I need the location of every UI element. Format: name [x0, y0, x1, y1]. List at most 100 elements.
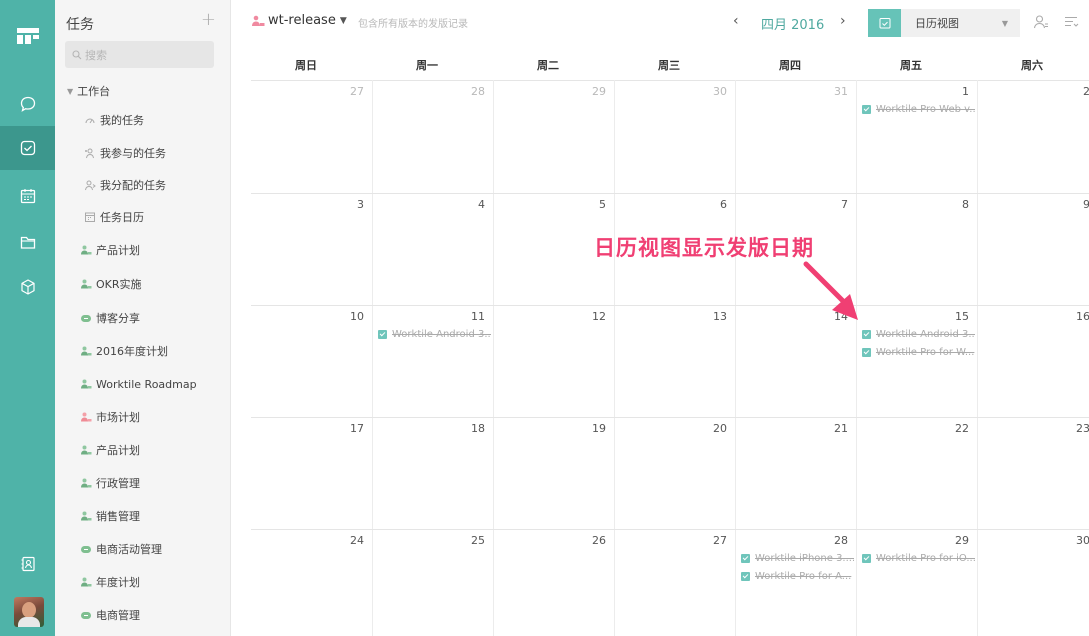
done-checkbox-icon[interactable]: [862, 104, 871, 114]
sidebar-item[interactable]: 我参与的任务: [83, 145, 166, 161]
day-cell[interactable]: 10: [251, 305, 372, 417]
member-filter-button[interactable]: [1033, 14, 1049, 30]
calendar-icon: [20, 189, 35, 204]
done-checkbox-icon[interactable]: [378, 329, 387, 339]
day-cell[interactable]: 1: [856, 80, 977, 192]
sidebar-item[interactable]: 销售管理: [79, 508, 140, 524]
add-task-button[interactable]: +: [201, 9, 216, 30]
day-cell[interactable]: 30: [977, 529, 1089, 636]
project-icon: [79, 345, 92, 358]
sidebar-item[interactable]: 年度计划: [79, 574, 140, 590]
calendar-event[interactable]: Worktile Pro for A...: [741, 569, 854, 583]
day-cell[interactable]: 27: [251, 80, 372, 192]
day-cell[interactable]: 17: [251, 417, 372, 529]
day-number: 10: [350, 310, 364, 323]
sidebar-title: 任务: [66, 17, 94, 33]
weekday-header: 周一: [416, 59, 438, 72]
calendar-event[interactable]: Worktile Android 3...: [378, 327, 491, 341]
rail-contacts[interactable]: [0, 542, 55, 586]
day-cell[interactable]: 9: [977, 193, 1089, 305]
day-cell[interactable]: 4: [372, 193, 493, 305]
day-cell[interactable]: 15: [856, 305, 977, 417]
day-number: 20: [713, 422, 727, 435]
sidebar-item[interactable]: 电商管理: [79, 607, 140, 623]
participate-icon: [83, 147, 96, 160]
sidebar-item[interactable]: 我分配的任务: [83, 177, 166, 193]
sidebar-item[interactable]: 市场计划: [79, 409, 140, 425]
sidebar-item[interactable]: 任务日历: [83, 209, 144, 225]
day-cell[interactable]: 29: [493, 80, 614, 192]
day-number: 18: [471, 422, 485, 435]
sidebar-item[interactable]: 电商活动管理: [79, 541, 162, 557]
day-cell[interactable]: 23: [977, 417, 1089, 529]
day-number: 5: [599, 198, 606, 211]
next-month-button[interactable]: ›: [840, 13, 846, 29]
day-cell[interactable]: 30: [614, 80, 735, 192]
day-cell[interactable]: 19: [493, 417, 614, 529]
workbench-section[interactable]: ▼ 工作台: [67, 83, 110, 99]
calendar-toolbar: wt-release ▼ 包含所有版本的发版记录 ‹ 四月 2016 › 日历视…: [231, 0, 1089, 44]
calendar-event[interactable]: Worktile Android 3...: [862, 327, 975, 341]
day-number: 28: [834, 534, 848, 547]
day-cell[interactable]: 22: [856, 417, 977, 529]
day-number: 31: [834, 85, 848, 98]
rail-calendar[interactable]: [0, 174, 55, 218]
day-number: 12: [592, 310, 606, 323]
sidebar-item[interactable]: 行政管理: [79, 475, 140, 491]
view-select[interactable]: 日历视图 ▼: [901, 9, 1020, 37]
sidebar-item[interactable]: 产品计划: [79, 242, 140, 258]
day-cell[interactable]: 8: [856, 193, 977, 305]
sidebar-item[interactable]: Worktile Roadmap: [79, 376, 197, 392]
sidebar-search-input[interactable]: 搜索: [65, 41, 214, 68]
day-cell[interactable]: 18: [372, 417, 493, 529]
project-icon: [79, 477, 92, 490]
day-cell[interactable]: 2: [977, 80, 1089, 192]
day-cell[interactable]: 31: [735, 80, 856, 192]
day-number: 9: [1083, 198, 1089, 211]
done-checkbox-icon[interactable]: [862, 347, 871, 357]
user-avatar[interactable]: [14, 597, 44, 627]
day-number: 21: [834, 422, 848, 435]
calendar-event[interactable]: Worktile iPhone 3....: [741, 551, 854, 565]
rail-message[interactable]: [0, 82, 55, 126]
calendar-event[interactable]: Worktile Pro for W...: [862, 345, 975, 359]
done-checkbox-icon[interactable]: [741, 571, 750, 581]
sidebar-item[interactable]: 博客分享: [79, 310, 140, 326]
project-switcher[interactable]: wt-release ▼: [251, 13, 347, 28]
day-number: 26: [592, 534, 606, 547]
day-cell[interactable]: 24: [251, 529, 372, 636]
rail-files[interactable]: [0, 220, 55, 264]
day-cell[interactable]: 26: [493, 529, 614, 636]
rail-task[interactable]: [0, 126, 55, 170]
day-cell[interactable]: 3: [251, 193, 372, 305]
workbench-section-label: 工作台: [77, 85, 111, 98]
day-cell[interactable]: 28: [372, 80, 493, 192]
event-title: Worktile Android 3...: [392, 328, 491, 340]
day-cell[interactable]: 21: [735, 417, 856, 529]
done-checkbox-icon[interactable]: [862, 553, 871, 563]
day-cell[interactable]: 29: [856, 529, 977, 636]
prev-month-button[interactable]: ‹: [733, 13, 739, 29]
day-cell[interactable]: 27: [614, 529, 735, 636]
filter-button[interactable]: [1063, 14, 1079, 30]
rail-apps[interactable]: [0, 265, 55, 309]
sidebar-item[interactable]: 我的任务: [83, 112, 144, 128]
day-number: 28: [471, 85, 485, 98]
day-cell[interactable]: 20: [614, 417, 735, 529]
day-cell[interactable]: 11: [372, 305, 493, 417]
day-cell[interactable]: 16: [977, 305, 1089, 417]
day-cell[interactable]: 25: [372, 529, 493, 636]
calendar-event[interactable]: Worktile Pro Web v...: [862, 102, 975, 116]
sidebar-item[interactable]: 产品计划: [79, 442, 140, 458]
sidebar-item[interactable]: OKR实施: [79, 276, 142, 292]
worktile-logo-icon[interactable]: [17, 28, 39, 44]
calendar-event[interactable]: Worktile Pro for iO...: [862, 551, 975, 565]
view-mode-icon[interactable]: [868, 9, 901, 37]
day-cell[interactable]: 13: [614, 305, 735, 417]
project-description: 包含所有版本的发版记录: [358, 19, 468, 30]
gauge-icon: [83, 114, 96, 127]
sidebar-item[interactable]: 2016年度计划: [79, 343, 168, 359]
day-cell[interactable]: 12: [493, 305, 614, 417]
done-checkbox-icon[interactable]: [741, 553, 750, 563]
done-checkbox-icon[interactable]: [862, 329, 871, 339]
